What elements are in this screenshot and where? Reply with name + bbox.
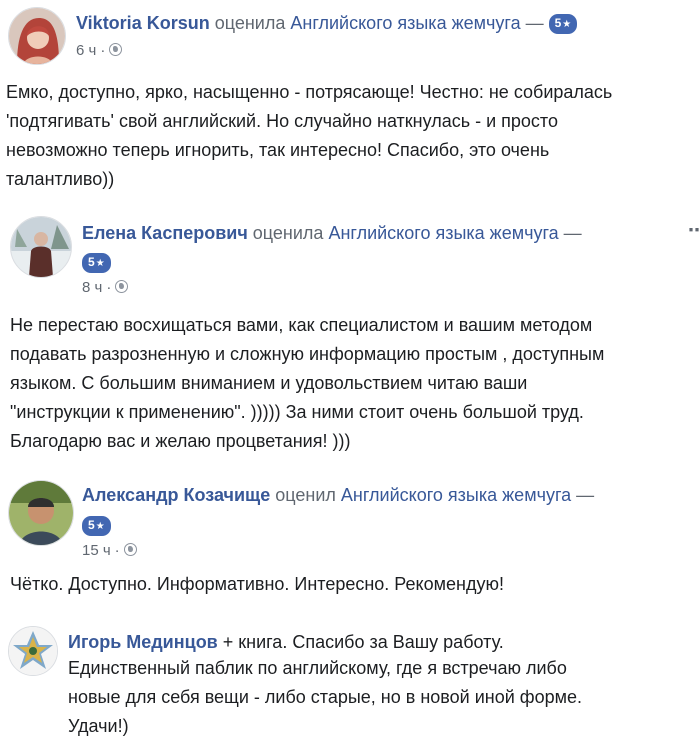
- avatar-photo: [9, 481, 73, 545]
- reviewer-name[interactable]: Александр Козачище: [82, 485, 270, 505]
- review-action: оценила: [252, 223, 324, 243]
- avatar[interactable]: [8, 626, 58, 676]
- review-text: Чётко. Доступно. Информативно. Интересно…: [10, 574, 504, 594]
- dash-separator: —: [563, 223, 582, 243]
- review-header: Александр Козачище оценил Английского яз…: [82, 483, 594, 507]
- timestamp[interactable]: 6 ч: [76, 42, 96, 59]
- review-text: Единственный паблик по английскому, где …: [68, 658, 582, 736]
- timestamp[interactable]: 15 ч: [82, 542, 111, 559]
- avatar-photo: [9, 8, 65, 64]
- rating-row: 5★: [82, 513, 111, 537]
- review-item: Игорь Мединцов + книга. Спасибо за Вашу …: [0, 620, 700, 740]
- rating-value: 5: [88, 255, 95, 269]
- page-link[interactable]: Английского языка жемчуга: [341, 485, 571, 505]
- avatar[interactable]: [10, 216, 72, 278]
- globe-icon[interactable]: [115, 280, 129, 293]
- review-header: Viktoria Korsun оценила Английского язык…: [76, 11, 578, 35]
- review-meta: 8 ч ·: [82, 278, 129, 298]
- rating-value: 5: [554, 16, 562, 30]
- review-meta: 15 ч ·: [82, 541, 137, 561]
- star-icon: ★: [95, 258, 105, 269]
- review-action: оценила: [214, 13, 286, 33]
- reviewer-name[interactable]: Игорь Мединцов: [68, 632, 218, 652]
- avatar-photo: [11, 217, 71, 277]
- review-text: Емко, доступно, ярко, насыщенно - потряс…: [6, 82, 613, 189]
- review-item: Александр Козачище оценил Английского яз…: [0, 470, 700, 610]
- review-meta: 6 ч ·: [76, 41, 123, 61]
- timestamp[interactable]: 8 ч: [82, 279, 102, 296]
- review-text: Не перестаю восхищаться вами, как специа…: [10, 315, 605, 451]
- meta-dot: ·: [114, 542, 120, 559]
- review-header: Игорь Мединцов + книга. Спасибо за Вашу …: [68, 630, 504, 654]
- review-header: Елена Касперович оценила Английского язы…: [82, 221, 582, 245]
- star-icon: ★: [95, 521, 105, 532]
- page-link[interactable]: Английского языка жемчуга: [328, 223, 558, 243]
- meta-dot: ·: [100, 42, 106, 59]
- rating-badge: 5★: [82, 253, 111, 273]
- review-item: Елена Касперович оценила Английского язы…: [0, 200, 700, 460]
- avatar-photo: [9, 627, 57, 675]
- rating-row: 5★: [82, 250, 111, 274]
- dash-separator: —: [525, 13, 544, 33]
- page-link[interactable]: Английского языка жемчуга: [290, 13, 520, 33]
- globe-icon[interactable]: [109, 43, 123, 56]
- review-action: оценил: [275, 485, 336, 505]
- review-item: Viktoria Korsun оценила Английского язык…: [0, 0, 700, 200]
- dash-separator: —: [576, 485, 595, 505]
- rating-badge: 5★: [548, 14, 578, 34]
- reviewer-name[interactable]: Елена Касперович: [82, 223, 248, 243]
- rating-value: 5: [88, 518, 95, 532]
- review-text-first-line: + книга. Спасибо за Вашу работу.: [217, 632, 504, 652]
- avatar[interactable]: [8, 480, 74, 546]
- meta-dot: ·: [106, 279, 112, 296]
- avatar[interactable]: [8, 7, 66, 65]
- reviewer-name[interactable]: Viktoria Korsun: [76, 13, 210, 33]
- rating-badge: 5★: [82, 516, 111, 536]
- star-icon: ★: [562, 19, 572, 30]
- globe-icon[interactable]: [123, 543, 137, 556]
- more-icon[interactable]: ⋯: [688, 220, 700, 241]
